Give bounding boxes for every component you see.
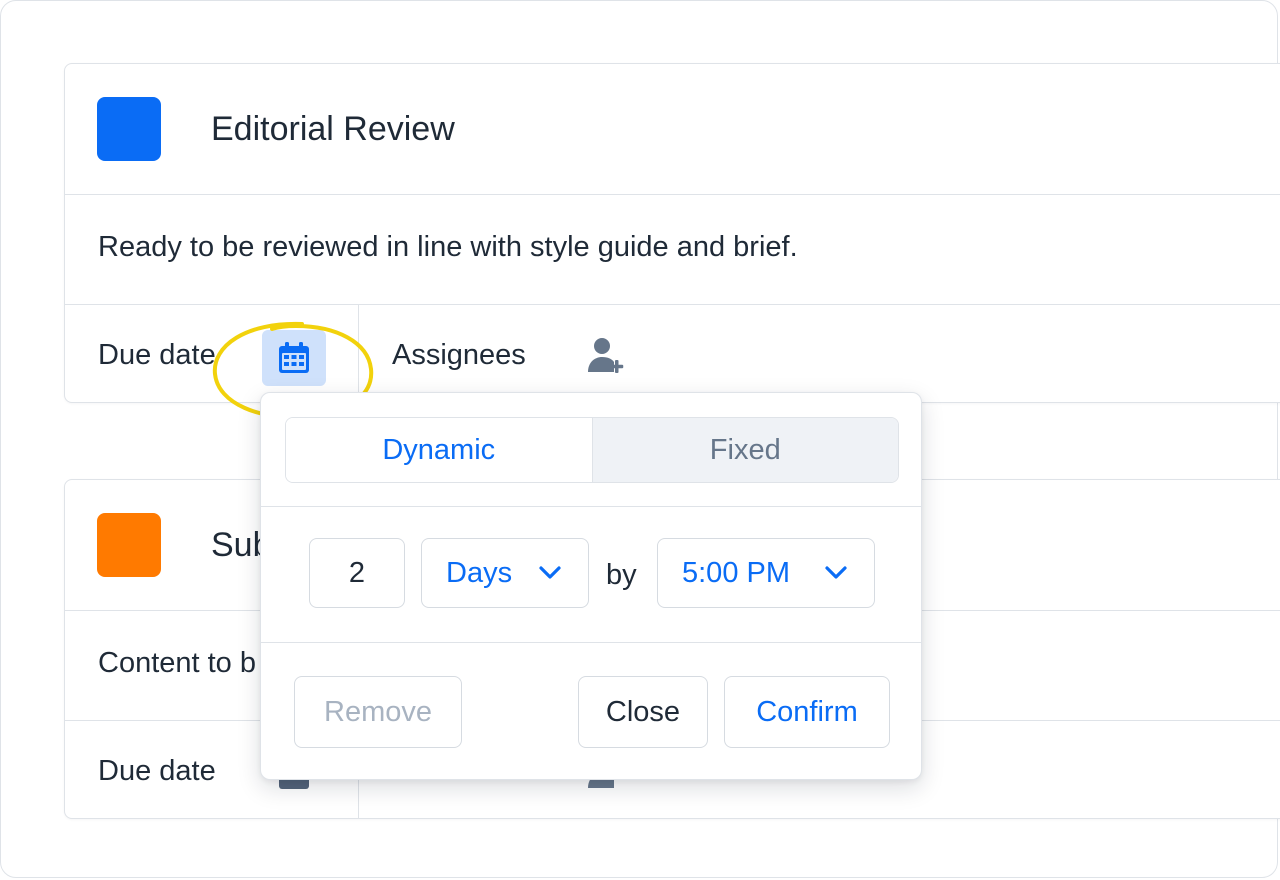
footer-divider <box>358 305 359 403</box>
add-user-icon[interactable] <box>587 336 625 376</box>
app-frame: Sub Content to b Due date Editorial Revi… <box>0 0 1280 878</box>
due-date-mode-toggle: Dynamic Fixed <box>285 417 899 483</box>
card-title: Editorial Review <box>211 110 455 148</box>
popover-divider <box>261 642 921 643</box>
card-color-swatch <box>97 97 161 161</box>
due-date-popover: Dynamic Fixed 2 Days by 5:00 PM Remove C… <box>260 392 922 780</box>
remove-button[interactable]: Remove <box>294 676 462 748</box>
chevron-down-icon <box>825 566 847 579</box>
tab-dynamic[interactable]: Dynamic <box>286 418 592 482</box>
amount-input[interactable]: 2 <box>309 538 405 608</box>
chevron-down-icon <box>539 566 561 579</box>
unit-select-value: Days <box>446 556 513 589</box>
card-description-text: Content to b <box>98 647 256 679</box>
card-description-text: Ready to be reviewed in line with style … <box>98 231 798 263</box>
due-date-label: Due date <box>98 755 216 787</box>
card-footer: Due date Assignees <box>65 305 1280 403</box>
time-select-value: 5:00 PM <box>682 556 790 589</box>
time-select[interactable]: 5:00 PM <box>657 538 875 608</box>
by-label: by <box>606 559 637 591</box>
due-date-label: Due date <box>98 339 216 371</box>
task-card-editorial-review: Editorial Review Ready to be reviewed in… <box>64 63 1280 403</box>
card-description: Ready to be reviewed in line with style … <box>65 195 1280 305</box>
card-header: Editorial Review <box>65 64 1280 195</box>
tab-fixed[interactable]: Fixed <box>591 418 898 482</box>
card-color-swatch <box>97 513 161 577</box>
assignees-label: Assignees <box>392 339 526 371</box>
confirm-button[interactable]: Confirm <box>724 676 890 748</box>
unit-select[interactable]: Days <box>421 538 589 608</box>
due-date-calendar-button[interactable] <box>262 330 326 386</box>
close-button[interactable]: Close <box>578 676 708 748</box>
popover-divider <box>261 506 921 507</box>
calendar-icon <box>279 342 309 373</box>
